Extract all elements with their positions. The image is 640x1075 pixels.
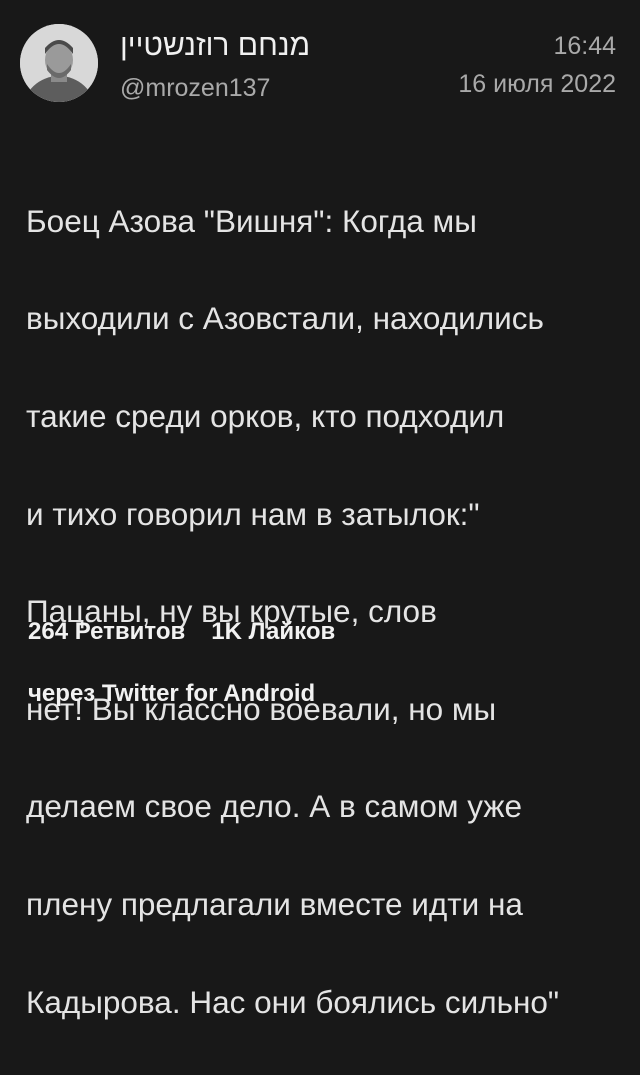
tweet-text-line: выходили с Азовстали, находились (26, 300, 544, 337)
like-count[interactable]: 1K Лайков (211, 618, 335, 645)
tweet-text-line: плену предлагали вместе идти на (26, 885, 523, 922)
tweet-text-line: делаем свое дело. А в самом уже (26, 788, 523, 825)
tweet-text-line: и тихо говорил нам в затылок:" (26, 495, 480, 532)
tweet-card: מנחם רוזנשטיין @mrozen137 16:44 16 июля … (0, 0, 640, 1020)
retweet-count[interactable]: 264 Ретвитов (28, 618, 185, 645)
tweet-text-line: такие среди орков, кто подходил (26, 397, 505, 434)
tweet-stats: 264 Ретвитов 1K Лайков (28, 616, 335, 648)
avatar-photo-icon (20, 24, 98, 102)
tweet-date: 16 июля 2022 (458, 70, 616, 98)
author-display-name[interactable]: מנחם רוזנשטיין (120, 28, 310, 64)
tweet-text-line: Боец Азова "Вишня": Когда мы (26, 202, 477, 239)
tweet-time: 16:44 (553, 32, 616, 60)
tweet-text: Боец Азова "Вишня": Когда мы выходили с … (26, 148, 626, 1075)
tweet-text-line: Кадырова. Нас они боялись сильно" (26, 983, 560, 1020)
author-handle[interactable]: @mrozen137 (120, 72, 270, 104)
avatar[interactable] (20, 24, 98, 102)
tweet-source: через Twitter for Android (28, 680, 316, 707)
